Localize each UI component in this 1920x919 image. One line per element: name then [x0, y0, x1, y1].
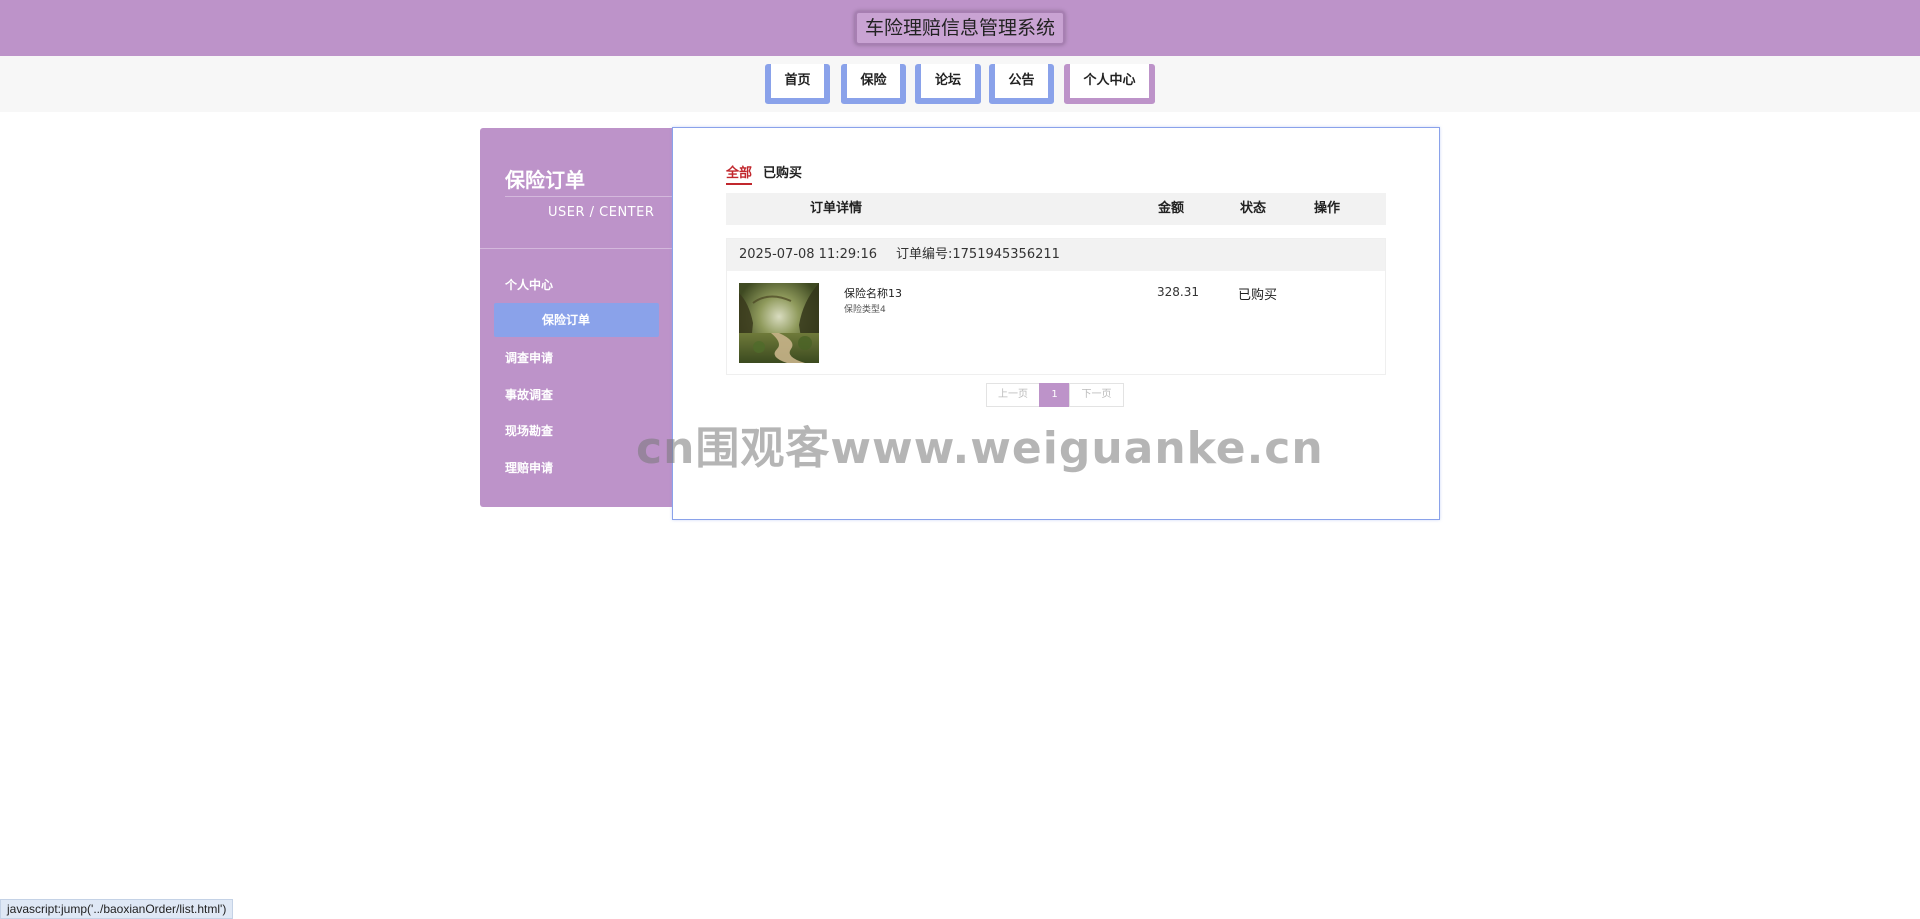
next-page-button[interactable]: 下一页: [1069, 383, 1124, 407]
nav-forum[interactable]: 论坛: [915, 64, 981, 104]
order-datetime: 2025-07-08 11:29:16: [739, 247, 878, 262]
sidebar: 保险订单 USER / CENTER 个人中心 保险订单 调查申请 事故调查 现…: [480, 128, 673, 507]
sidebar-divider: [480, 248, 673, 249]
order-amount: 328.31: [1157, 285, 1199, 299]
sidebar-item-user-center[interactable]: 个人中心: [505, 276, 553, 293]
tab-purchased[interactable]: 已购买: [763, 162, 802, 183]
order-meta: 2025-07-08 11:29:16 订单编号:1751945356211: [727, 239, 1385, 271]
prev-page-button[interactable]: 上一页: [986, 383, 1040, 407]
order-status: 已购买: [1238, 288, 1278, 303]
col-order-details: 订单详情: [810, 201, 863, 216]
order-number: 订单编号:1751945356211: [896, 247, 1060, 262]
order-insurance-type: 保险类型4: [844, 305, 886, 315]
status-bar-url: javascript:jump('../baoxianOrder/list.ht…: [0, 899, 234, 919]
col-amount: 金额: [1158, 201, 1185, 216]
sidebar-title-underline: [505, 196, 673, 197]
table-header: 订单详情 金额 状态 操作: [726, 193, 1386, 225]
col-status: 状态: [1240, 201, 1267, 216]
nav-home[interactable]: 首页: [765, 64, 830, 104]
sidebar-item-site-survey[interactable]: 现场勘查: [505, 422, 553, 439]
order-row: 2025-07-08 11:29:16 订单编号:1751945356211 保…: [726, 238, 1386, 375]
nav-insurance[interactable]: 保险: [841, 64, 906, 104]
page-1-button[interactable]: 1: [1039, 383, 1070, 407]
sidebar-item-investigation-application[interactable]: 调查申请: [505, 349, 553, 366]
nav-announcement[interactable]: 公告: [989, 64, 1054, 104]
site-title: 车险理赔信息管理系统: [854, 11, 1066, 45]
main-nav: 首页 保险 论坛 公告 个人中心: [0, 56, 1920, 112]
sidebar-item-accident-investigation[interactable]: 事故调查: [505, 386, 553, 403]
sidebar-item-insurance-order[interactable]: 保险订单: [494, 303, 659, 337]
tab-all[interactable]: 全部: [726, 162, 753, 185]
forest-path-image: [739, 283, 819, 363]
order-thumbnail[interactable]: [739, 283, 819, 363]
top-header: 车险理赔信息管理系统: [0, 0, 1920, 56]
nav-user-center[interactable]: 个人中心: [1064, 64, 1155, 104]
sidebar-item-claim-application[interactable]: 理赔申请: [505, 459, 553, 476]
main-panel: 全部 已购买 订单详情 金额 状态 操作 2025-07-08 11:29:16…: [672, 127, 1440, 520]
sidebar-title: 保险订单: [505, 168, 585, 192]
order-insurance-name: 保险名称13: [844, 287, 902, 300]
sidebar-subtitle: USER / CENTER: [548, 205, 655, 220]
col-actions: 操作: [1314, 201, 1341, 216]
